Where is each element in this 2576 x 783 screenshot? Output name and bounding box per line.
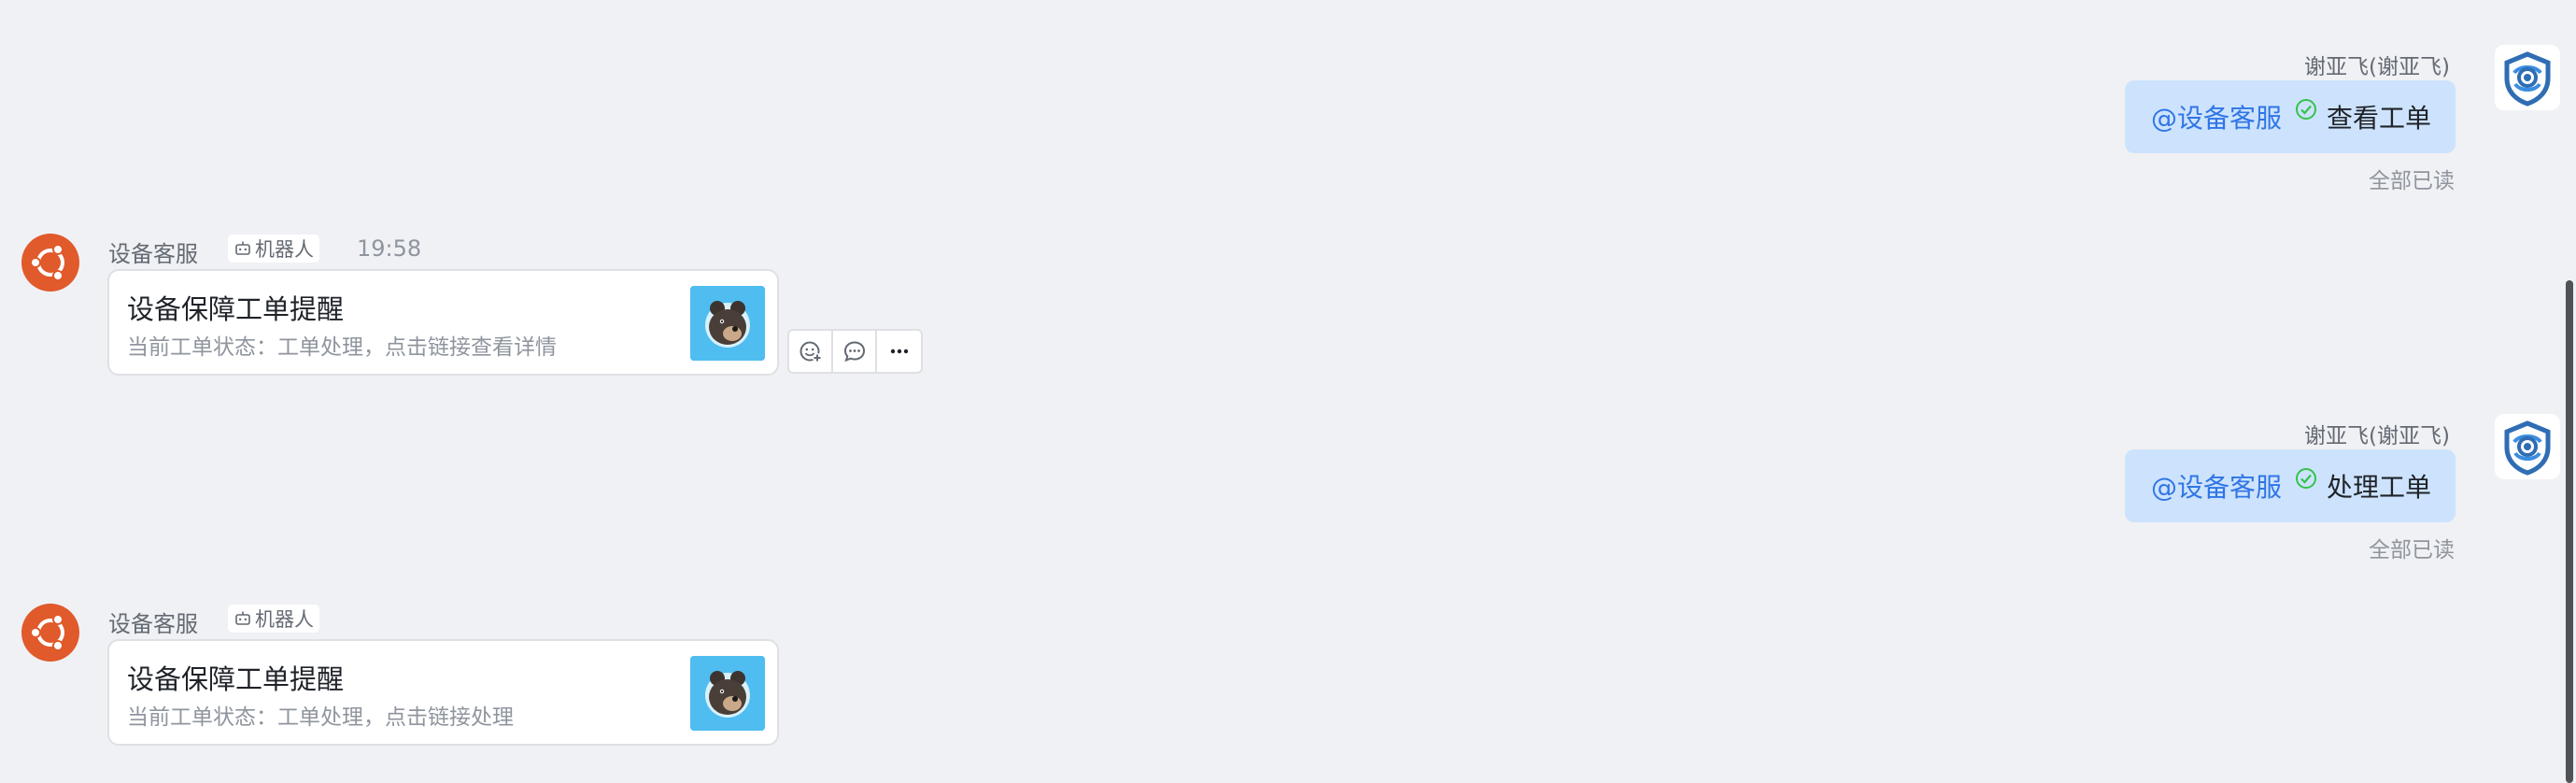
bear-image-icon: [690, 286, 765, 361]
message-incoming: 设备客服 机器人 19:58 设备保障工单提醒 当前工单状态：工单处理，点击链接…: [0, 234, 1121, 392]
robot-icon: [235, 241, 250, 255]
sender-name[interactable]: 谢亚飞(谢亚飞): [2304, 418, 2450, 449]
read-status[interactable]: 全部已读: [2369, 163, 2455, 194]
message-hover-actions: [787, 329, 923, 374]
robot-icon: [235, 611, 250, 625]
user-avatar[interactable]: [2495, 45, 2560, 110]
bot-avatar[interactable]: [21, 604, 79, 662]
chat-message-list[interactable]: 谢亚飞(谢亚飞) @设备客服 查看工单 全部已读 设备客服 机器人 19:58 …: [0, 0, 2576, 783]
bot-label: 机器人: [255, 608, 314, 631]
reply-button[interactable]: [833, 331, 877, 372]
message-time: 19:58: [357, 235, 422, 262]
read-status[interactable]: 全部已读: [2369, 532, 2455, 563]
shield-eye-logo-icon: [2504, 420, 2551, 476]
user-avatar[interactable]: [2495, 414, 2560, 479]
vertical-scrollbar[interactable]: [2563, 0, 2576, 783]
mention-link[interactable]: @设备客服: [2151, 467, 2282, 505]
more-options-button[interactable]: [877, 331, 921, 372]
message-outgoing: 谢亚飞(谢亚飞) @设备客服 处理工单 全部已读: [1642, 414, 2576, 573]
card-title: 设备保障工单提醒: [127, 293, 345, 325]
bot-badge: 机器人: [228, 605, 319, 633]
bot-avatar[interactable]: [21, 234, 79, 292]
more-options-icon: [890, 349, 908, 354]
card-thumbnail: [690, 286, 765, 361]
card-title: 设备保障工单提醒: [127, 663, 345, 695]
mention-link[interactable]: @设备客服: [2151, 98, 2282, 135]
message-card[interactable]: 设备保障工单提醒 当前工单状态：工单处理，点击链接查看详情: [107, 269, 779, 376]
bot-label: 机器人: [255, 238, 314, 261]
card-description: 当前工单状态：工单处理，点击链接处理: [127, 705, 514, 730]
message-text: 查看工单: [2326, 103, 2431, 134]
add-reaction-icon: [800, 341, 822, 363]
message-bubble[interactable]: @设备客服 查看工单: [2124, 80, 2456, 153]
message-card[interactable]: 设备保障工单提醒 当前工单状态：工单处理，点击链接处理: [107, 639, 779, 746]
check-circle-icon: [2295, 99, 2316, 120]
message-bubble[interactable]: @设备客服 处理工单: [2124, 449, 2456, 522]
check-circle-icon: [2295, 468, 2316, 489]
card-thumbnail: [690, 656, 765, 731]
bot-badge: 机器人: [228, 235, 319, 263]
sender-name[interactable]: 设备客服: [108, 605, 198, 638]
scrollbar-thumb[interactable]: [2566, 280, 2573, 783]
add-reaction-button[interactable]: [789, 331, 833, 372]
shield-eye-logo-icon: [2504, 51, 2551, 107]
sender-name[interactable]: 设备客服: [108, 235, 198, 268]
message-text: 处理工单: [2326, 472, 2431, 503]
reply-in-thread-icon: [843, 341, 865, 363]
bear-image-icon: [690, 656, 765, 731]
card-description: 当前工单状态：工单处理，点击链接查看详情: [127, 335, 557, 360]
message-incoming: 设备客服 机器人 设备保障工单提醒 当前工单状态：工单处理，点击链接处理: [0, 604, 1121, 762]
sender-name[interactable]: 谢亚飞(谢亚飞): [2304, 49, 2450, 80]
message-outgoing: 谢亚飞(谢亚飞) @设备客服 查看工单 全部已读: [1642, 45, 2576, 204]
ubuntu-logo-icon: [21, 234, 79, 292]
ubuntu-logo-icon: [21, 604, 79, 662]
